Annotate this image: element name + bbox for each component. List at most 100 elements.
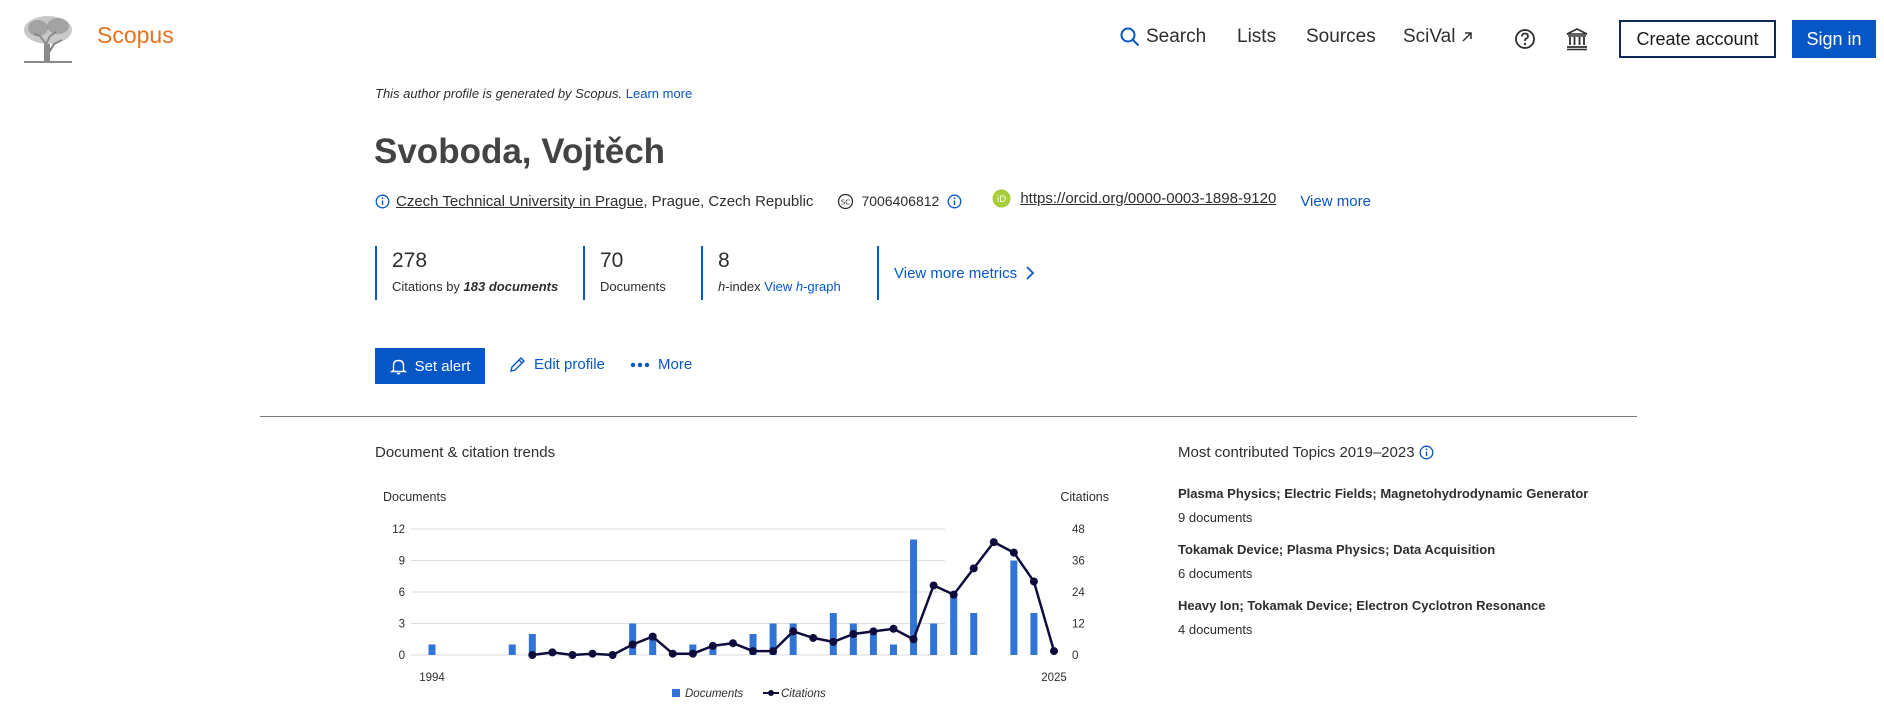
metric-documents: 70 Documents: [583, 246, 701, 300]
citation-point: [528, 651, 537, 659]
elsevier-tree-logo-icon[interactable]: [20, 14, 76, 64]
generated-notice-text: This author profile is generated by Scop…: [375, 86, 623, 101]
document-bar: [889, 644, 897, 655]
nav-scival[interactable]: SciVal: [1403, 26, 1473, 48]
view-more-metrics-label: View more metrics: [894, 264, 1018, 282]
citations-count: 278: [392, 249, 428, 272]
citation-point: [568, 651, 577, 659]
topic-name: Heavy Ion; Tokamak Device; Electron Cycl…: [1178, 598, 1546, 613]
y-tick-right: 12: [1072, 619, 1085, 631]
document-citation-chart: Documents Citations 12 48 9 36 6 24 3 12 0 0 1994…: [383, 490, 1109, 700]
view-hgraph-h: h: [795, 279, 804, 294]
search-icon: [1120, 27, 1140, 47]
view-hgraph-post: -graph: [803, 279, 841, 294]
y-axis-right-label: Citations: [1060, 490, 1109, 504]
view-more-link[interactable]: View more: [1300, 193, 1371, 210]
sign-in-button[interactable]: Sign in: [1792, 20, 1876, 58]
scopus-id-info-icon[interactable]: [947, 194, 962, 209]
document-bar: [629, 623, 637, 655]
citation-point: [829, 637, 838, 646]
y-tick-right: 0: [1072, 650, 1078, 662]
scopus-id-icon: SC: [837, 193, 854, 210]
bell-icon: [389, 359, 407, 374]
svg-text:SC: SC: [841, 198, 850, 206]
citation-point: [849, 630, 858, 638]
documents-count: 70: [600, 249, 624, 272]
y-tick-left: 0: [399, 650, 405, 662]
citation-point: [749, 647, 758, 656]
scopus-logo[interactable]: Scopus: [97, 22, 174, 49]
nav-search[interactable]: Search: [1120, 26, 1206, 48]
metric-view-more: View more metrics: [877, 246, 1057, 300]
topic-count: 9 documents: [1178, 510, 1253, 525]
citation-point: [668, 649, 677, 658]
citation-point: [969, 564, 978, 573]
section-divider: [260, 416, 1637, 417]
view-hgraph-link[interactable]: View h-graph: [764, 279, 840, 294]
topic-name: Plasma Physics; Electric Fields; Magneto…: [1178, 486, 1589, 501]
citation-point: [949, 590, 958, 599]
citation-point: [648, 632, 657, 641]
affiliation-location: , Prague, Czech Republic: [643, 192, 814, 210]
legend-citations-label: Citations: [781, 688, 826, 700]
edit-profile-label: Edit profile: [534, 356, 605, 373]
topic-item[interactable]: Heavy Ion; Tokamak Device; Electron Cycl…: [1178, 598, 1546, 637]
document-bar: [1010, 560, 1018, 655]
institution-icon: [1566, 28, 1588, 51]
citations-label: Citations by 183 documents: [392, 279, 583, 294]
y-tick-right: 48: [1072, 524, 1085, 536]
nav-lists-label: Lists: [1237, 26, 1277, 47]
metric-citations: 278 Citations by 183 documents: [375, 246, 583, 300]
document-bar: [970, 613, 978, 655]
nav-sources[interactable]: Sources: [1306, 26, 1376, 48]
citation-point: [688, 649, 697, 658]
citation-point: [789, 627, 798, 636]
legend-documents-label: Documents: [685, 688, 743, 700]
learn-more-link[interactable]: Learn more: [626, 86, 692, 101]
topic-item[interactable]: Plasma Physics; Electric Fields; Magneto…: [1178, 486, 1588, 525]
create-account-button[interactable]: Create account: [1619, 20, 1776, 58]
document-bar: [829, 613, 837, 655]
nav-lists[interactable]: Lists: [1237, 26, 1276, 48]
citation-point: [989, 538, 998, 547]
topics-title: Most contributed Topics 2019–2023: [1178, 444, 1434, 461]
citation-point: [869, 627, 878, 636]
more-dots-icon: [630, 362, 650, 367]
citation-point: [628, 640, 637, 649]
y-tick-left: 6: [399, 587, 405, 599]
hindex-label: h -index View h-graph: [718, 279, 877, 294]
document-bar: [950, 592, 958, 655]
citation-point: [1009, 548, 1018, 557]
document-bar: [869, 634, 877, 655]
nav-search-label: Search: [1146, 26, 1207, 47]
institution-button[interactable]: [1564, 26, 1590, 52]
document-bar: [849, 623, 857, 655]
metric-hindex: 8 h -index View h-graph: [701, 246, 877, 300]
nav-scival-label: SciVal: [1403, 26, 1456, 47]
svg-text:iD: iD: [997, 195, 1007, 205]
documents-label: Documents: [600, 279, 666, 294]
topic-item[interactable]: Tokamak Device; Plasma Physics; Data Acq…: [1178, 542, 1495, 581]
legend-citations-dot: [768, 690, 774, 696]
citation-point: [809, 633, 818, 642]
orcid-link[interactable]: https://orcid.org/0000-0003-1898-9120: [1020, 190, 1276, 207]
info-icon[interactable]: [375, 194, 390, 209]
citation-point: [548, 648, 557, 657]
chart-legend: Documents Citations: [672, 688, 826, 700]
external-link-icon: [1462, 32, 1473, 42]
y-tick-right: 36: [1072, 556, 1085, 568]
orcid-icon: iD: [992, 189, 1011, 208]
citations-docs-link[interactable]: 183 documents: [464, 279, 559, 294]
help-button[interactable]: [1512, 26, 1538, 52]
view-more-metrics-link[interactable]: View more metrics: [894, 264, 1035, 282]
topics-info-icon[interactable]: [1419, 445, 1434, 460]
citations-label-pre: Citations by: [392, 279, 460, 294]
edit-profile-button[interactable]: Edit profile: [509, 356, 605, 373]
y-tick-left: 3: [399, 619, 405, 631]
generated-notice: This author profile is generated by Scop…: [375, 86, 692, 101]
x-tick-end: 2025: [1041, 672, 1067, 684]
set-alert-button[interactable]: Set alert: [375, 348, 485, 384]
citation-point: [889, 624, 898, 633]
affiliation-link[interactable]: Czech Technical University in Prague: [396, 193, 643, 210]
more-button[interactable]: More: [630, 356, 692, 373]
